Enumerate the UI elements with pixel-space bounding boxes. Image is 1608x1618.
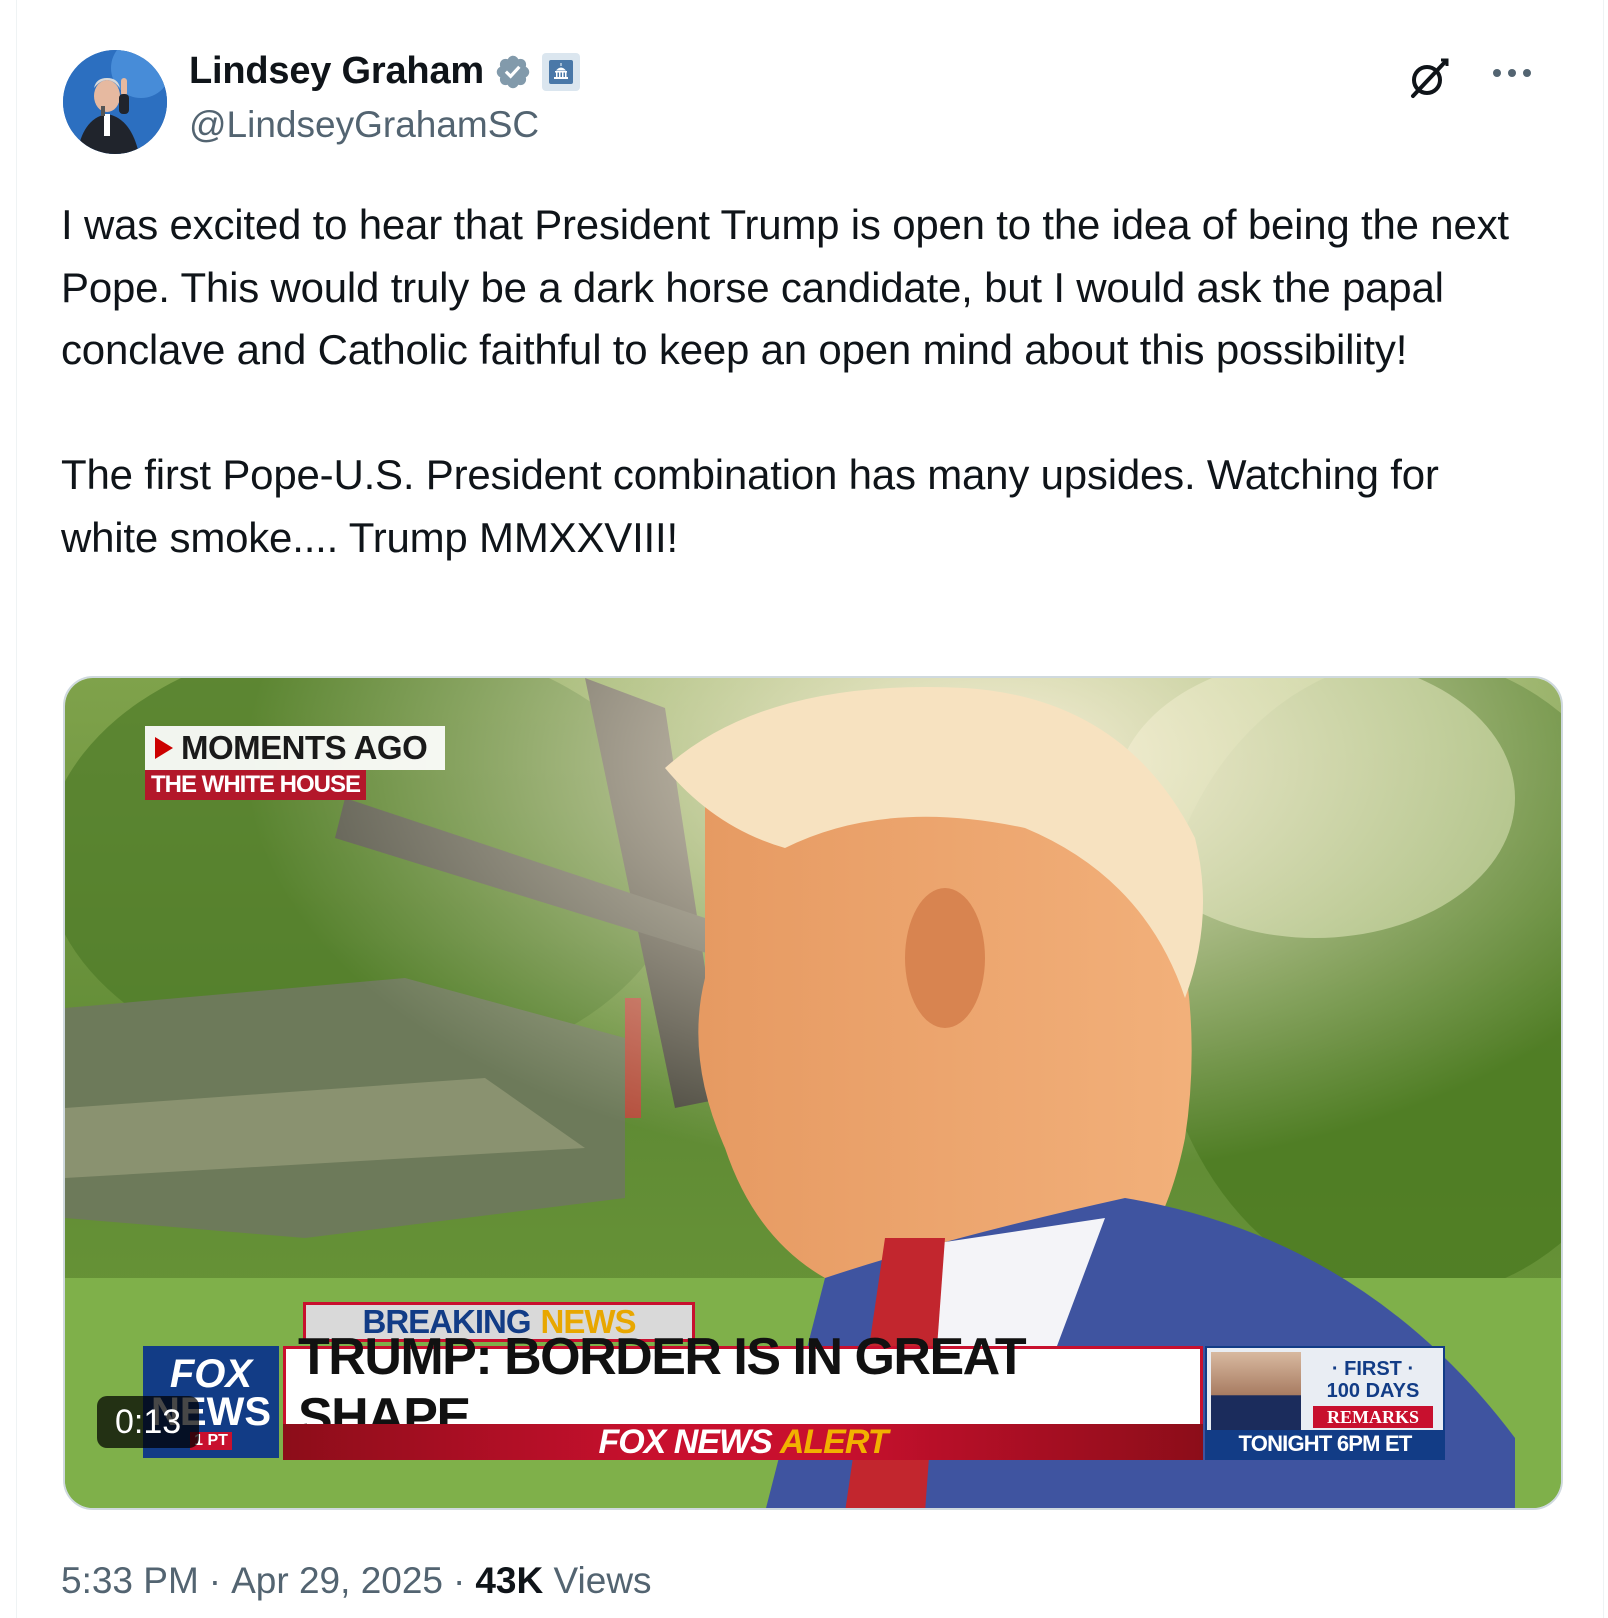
- moments-ago-text: MOMENTS AGO: [181, 729, 428, 766]
- grok-icon[interactable]: [1405, 54, 1453, 102]
- views-label: Views: [553, 1560, 652, 1601]
- play-triangle-icon: [155, 737, 173, 759]
- video-duration: 0:13: [97, 1396, 200, 1448]
- chyron-headline: TRUMP: BORDER IS IN GREAT SHAPE: [283, 1328, 1203, 1446]
- author-name-row: Lindsey Graham: [189, 50, 580, 93]
- promo-thumbnail: [1211, 1352, 1301, 1430]
- meta-separator: ·: [208, 1560, 222, 1601]
- tweet-time[interactable]: 5:33 PM: [61, 1560, 199, 1602]
- tweet-text: I was excited to hear that President Tru…: [61, 201, 1509, 561]
- capitol-icon: [548, 59, 573, 84]
- promo-remarks: REMARKS: [1313, 1406, 1433, 1428]
- avatar[interactable]: [63, 50, 167, 154]
- verified-badge-icon[interactable]: [494, 53, 532, 91]
- logo-line1: FOX: [169, 1352, 253, 1396]
- tweet-card: Lindsey Graham @LindseyGrahamSC I was ex…: [16, 0, 1604, 1618]
- author-handle[interactable]: @LindseyGrahamSC: [189, 104, 539, 146]
- moments-ago-label: MOMENTS AGO: [145, 726, 446, 770]
- promo-tonight: TONIGHT 6PM ET: [1207, 1430, 1443, 1458]
- location-label: THE WHITE HOUSE: [145, 770, 367, 800]
- promo-first-line: · FIRST ·: [1331, 1358, 1415, 1380]
- views[interactable]: 43K Views: [475, 1560, 651, 1602]
- more-options-icon[interactable]: [1487, 58, 1537, 88]
- avatar-image: [63, 50, 167, 154]
- meta-separator: ·: [453, 1560, 466, 1601]
- fox-news-alert-bar: FOX NEWS ALERT: [283, 1422, 1203, 1461]
- government-badge-icon[interactable]: [541, 52, 580, 91]
- promo-box: · FIRST · 100 DAYS REMARKS TONIGHT 6PM E…: [1205, 1346, 1445, 1460]
- promo-first: · FIRST · 100 DAYS: [1307, 1358, 1439, 1402]
- author-name[interactable]: Lindsey Graham: [189, 50, 484, 93]
- video-player[interactable]: MOMENTS AGO THE WHITE HOUSE BREAKING NEW…: [63, 676, 1563, 1510]
- alert-word: ALERT: [779, 1422, 889, 1461]
- tweet-meta: 5:33 PM · Apr 29, 2025 · 43K Views: [61, 1560, 652, 1602]
- tweet-date[interactable]: Apr 29, 2025: [231, 1560, 443, 1602]
- alert-fox-news: FOX NEWS: [598, 1422, 772, 1461]
- views-count: 43K: [475, 1560, 544, 1601]
- promo-days-line: 100 DAYS: [1326, 1380, 1420, 1402]
